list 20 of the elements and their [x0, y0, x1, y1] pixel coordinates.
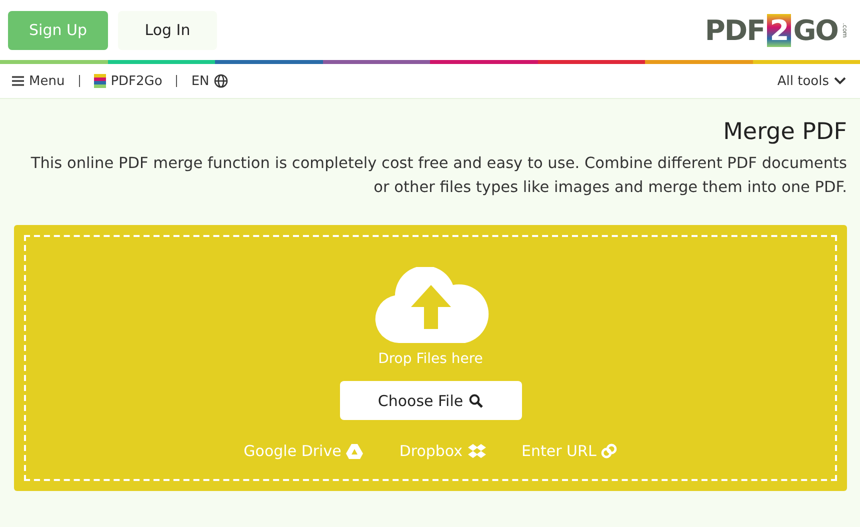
triangle-icon	[346, 444, 364, 458]
language-link[interactable]: EN	[191, 74, 228, 88]
chevron-icon	[834, 77, 846, 85]
globe-icon	[214, 74, 228, 88]
logo-badge: 2	[766, 14, 792, 46]
choose-file-button[interactable]: Choose File	[340, 381, 522, 420]
menu-icon	[12, 76, 24, 86]
brand-link[interactable]: PDF2Go	[94, 74, 162, 88]
page-description: This online PDF merge function is completely cost free and easy to use. Combine different PDF documents or other files types like images and merge them into one PDF.	[30, 153, 847, 198]
all-tools-link[interactable]: All tools	[777, 74, 846, 88]
logo-icon	[94, 74, 106, 88]
logo-text: PDF	[704, 14, 765, 46]
link-icon	[601, 443, 618, 459]
search-icon	[469, 394, 484, 408]
menu-link[interactable]: Menu	[12, 74, 65, 88]
log-in-button[interactable]: Log In	[118, 10, 217, 50]
logo-text: GO	[793, 14, 838, 46]
page-title: Merge PDF	[722, 119, 847, 145]
drop-hint: Drop Files here	[378, 351, 483, 367]
cloud-upload-icon	[372, 267, 488, 343]
